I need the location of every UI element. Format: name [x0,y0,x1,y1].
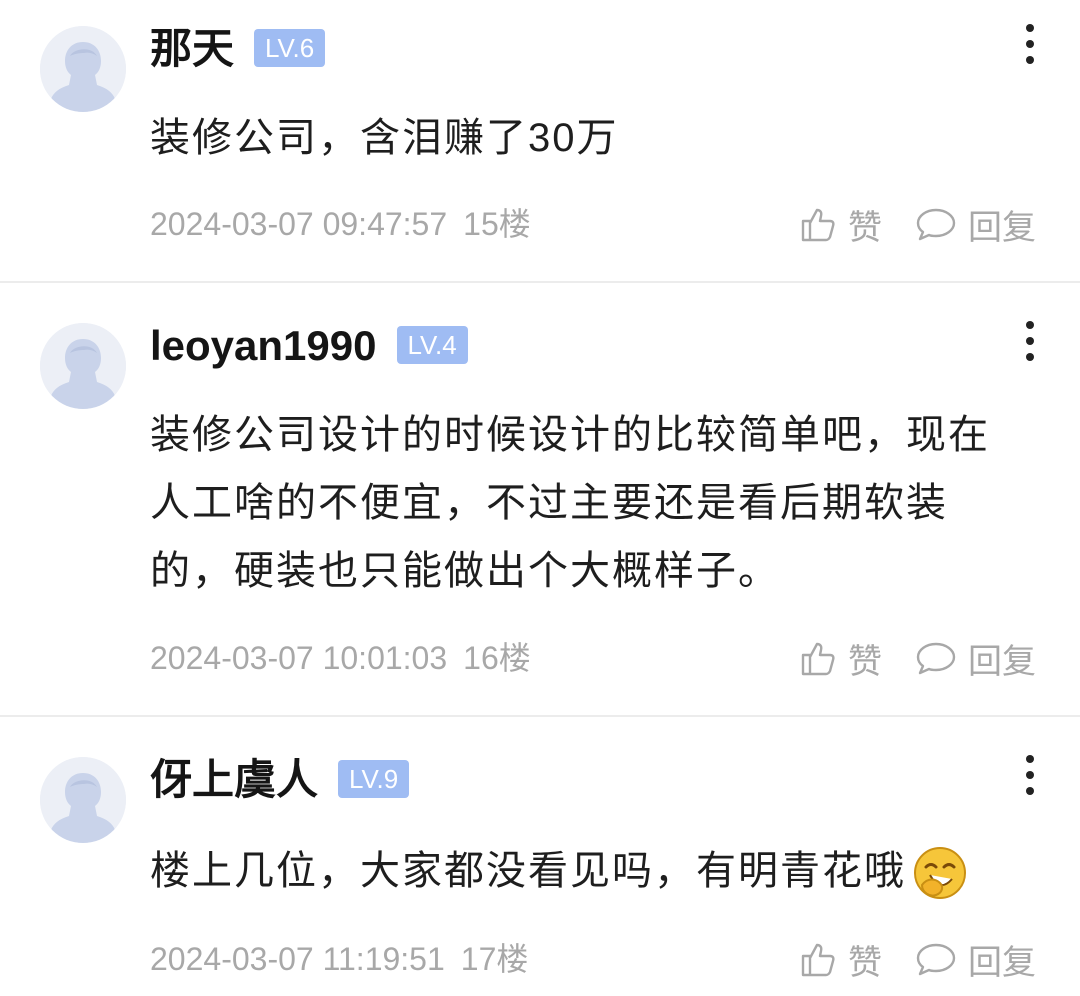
comment-text-body: 楼上几位，大家都没看见吗，有明青花哦 [150,849,906,893]
speech-bubble-icon [916,208,956,241]
thumbs-up-icon [801,208,835,242]
speech-bubble-icon [916,943,956,976]
reply-label: 回复 [968,642,1036,681]
comment-meta: 2024-03-07 10:01:03 16楼 [150,638,531,678]
timestamp: 2024-03-07 09:47:57 [150,206,448,242]
speech-bubble-icon [916,642,956,675]
floor-number: 16楼 [463,640,531,676]
reply-button[interactable]: 回复 [914,937,1036,982]
comment-meta: 2024-03-07 09:47:57 15楼 [150,204,531,244]
floor-number: 17楼 [460,941,529,977]
more-options-icon[interactable] [1012,751,1048,801]
comment-text: 装修公司设计的时候设计的比较简单吧，现在人工啥的不便宜，不过主要还是看后期软装的… [150,413,990,593]
like-button[interactable]: 赞 [798,937,882,982]
avatar[interactable] [40,26,126,112]
level-badge: LV.6 [254,28,326,67]
username-text: 伢上虞人 [150,756,319,803]
avatar[interactable] [40,757,126,843]
timestamp: 2024-03-07 11:19:51 [150,941,445,977]
like-label: 赞 [848,208,882,247]
default-avatar-icon [40,26,126,112]
thumbs-up-icon [801,642,835,676]
more-options-icon[interactable] [1012,317,1048,367]
comment-item: 伢上虞人 LV.9 楼上几位，大家都没看见吗，有明青花哦 2024-03-07 1… [0,717,1080,996]
default-avatar-icon [40,323,126,409]
like-button[interactable]: 赞 [798,202,882,247]
comment-text: 装修公司，含泪赚了30万 [150,116,619,160]
default-avatar-icon [40,757,126,843]
shy-laugh-emoji-icon [914,847,966,900]
reply-label: 回复 [968,943,1036,982]
avatar[interactable] [40,323,126,409]
more-options-icon[interactable] [1012,20,1048,70]
thumbs-up-icon [801,943,835,977]
reply-label: 回复 [968,208,1036,247]
comment-text: 楼上几位，大家都没看见吗，有明青花哦 [150,837,1030,905]
username[interactable]: leoyan1990 LV.4 [150,321,468,371]
like-label: 赞 [848,642,882,681]
username[interactable]: 那天 LV.6 [150,24,326,74]
username-text: 那天 [150,25,235,72]
level-badge: LV.9 [338,759,410,798]
comment-item: leoyan1990 LV.4 装修公司设计的时候设计的比较简单吧，现在人工啥的不… [0,283,1080,716]
timestamp: 2024-03-07 10:01:03 [150,640,448,676]
comment-item: 那天 LV.6 装修公司，含泪赚了30万 2024-03-07 09:47:57 1… [0,0,1080,282]
reply-button[interactable]: 回复 [914,636,1036,681]
like-label: 赞 [848,943,882,982]
username[interactable]: 伢上虞人 LV.9 [150,755,410,805]
reply-button[interactable]: 回复 [914,202,1036,247]
level-badge: LV.4 [396,325,468,364]
like-button[interactable]: 赞 [798,636,882,681]
comment-meta: 2024-03-07 11:19:51 17楼 [150,939,528,979]
floor-number: 15楼 [463,206,531,242]
username-text: leoyan1990 [150,322,377,369]
